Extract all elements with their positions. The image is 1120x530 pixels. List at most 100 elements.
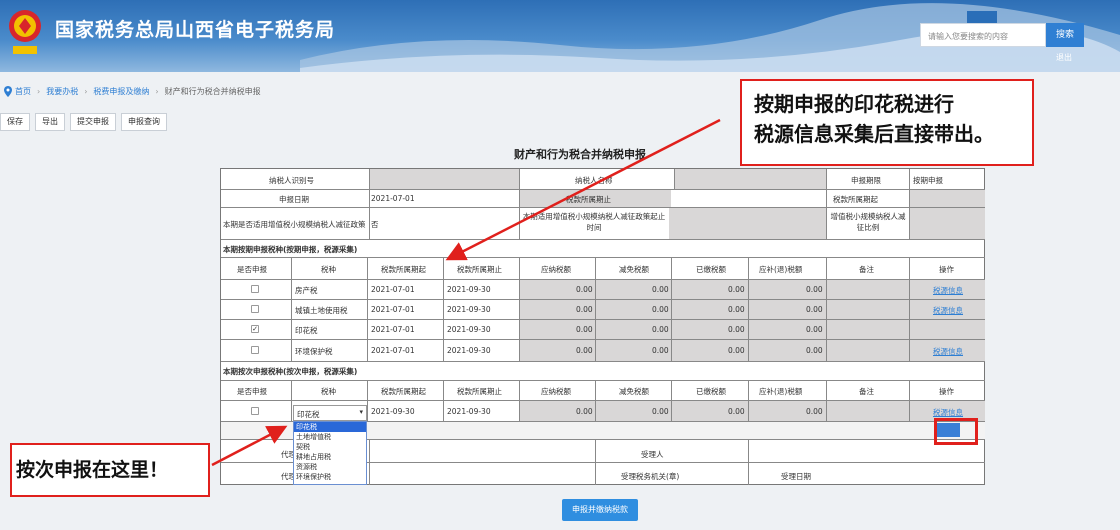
period-type-value: 按期申报: [913, 176, 943, 185]
submit-declare-button[interactable]: 提交申报: [70, 113, 116, 131]
row3-v3: 0.00: [728, 325, 745, 334]
toolbar: 保存 导出 提交申报 申报查询: [0, 113, 172, 131]
col-end: 税款所属期止: [457, 387, 502, 396]
breadcrumb-separator: ›: [155, 87, 159, 96]
row5-v2: 0.00: [652, 407, 669, 416]
row4-end: 2021-09-30: [447, 346, 491, 355]
dropdown-option[interactable]: 资源税: [294, 462, 366, 472]
col-reduce: 减免税额: [619, 387, 649, 396]
breadcrumb-home[interactable]: 首页: [15, 86, 31, 97]
shaded-cell: [369, 169, 519, 189]
breadcrumb-declare[interactable]: 税费申报及缴纳: [93, 86, 149, 97]
row3-v1: 0.00: [576, 325, 593, 334]
row4-v2: 0.00: [652, 346, 669, 355]
logout-link[interactable]: 退出: [1056, 52, 1072, 63]
col-action: 操作: [939, 387, 954, 396]
row4-v1: 0.00: [576, 346, 593, 355]
dropdown-option[interactable]: 契税: [294, 442, 366, 452]
shaded-cell: [674, 169, 826, 189]
select-value: 印花税: [297, 410, 320, 419]
row4-start: 2021-07-01: [371, 346, 415, 355]
row1-end: 2021-09-30: [447, 285, 491, 294]
row2-v4: 0.00: [806, 305, 823, 314]
table-row: 印花税: [295, 326, 318, 335]
table-row: 环境保护税: [295, 347, 333, 356]
col-declare: 是否申报: [237, 265, 267, 274]
save-button[interactable]: 保存: [0, 113, 30, 131]
row1-v1: 0.00: [576, 285, 593, 294]
row1-checkbox[interactable]: [251, 285, 259, 293]
row2-checkbox[interactable]: [251, 305, 259, 313]
col-paid: 已缴税额: [696, 265, 726, 274]
col-due: 应补(退)税额: [759, 387, 803, 396]
breadcrumb-separator: ›: [84, 87, 88, 96]
shaded-cell: [909, 189, 985, 207]
section1-title: 本期按期申报税种(按期申报，税源采集): [223, 245, 358, 254]
query-button[interactable]: 申报查询: [121, 113, 167, 131]
period-start-value: 2021-07-01: [371, 194, 415, 203]
row2-v1: 0.00: [576, 305, 593, 314]
tax-emblem-icon: [9, 10, 41, 54]
small-biz-period-label: 本期适用增值税小规模纳税人减征政策起止时间: [522, 212, 666, 232]
dropdown-option[interactable]: 印花税: [294, 422, 366, 432]
col-note: 备注: [859, 265, 874, 274]
search-input[interactable]: 请输入您要搜索的内容: [920, 23, 1046, 47]
row1-v2: 0.00: [652, 285, 669, 294]
col-tax: 税种: [321, 387, 336, 396]
export-button[interactable]: 导出: [35, 113, 65, 131]
col-payable: 应纳税额: [541, 265, 571, 274]
col-start: 税款所属期起: [381, 265, 426, 274]
dropdown-option[interactable]: 土地增值税: [294, 432, 366, 442]
callout-text: 按期申报的印花税进行 税源信息采集后直接带出。: [754, 92, 994, 146]
reduction-label: 增值税小规模纳税人减征比例: [830, 212, 906, 232]
row4-checkbox[interactable]: [251, 346, 259, 354]
row3-checkbox[interactable]: ✓: [251, 325, 259, 333]
row2-v2: 0.00: [652, 305, 669, 314]
callout-note: 按期申报的印花税进行 税源信息采集后直接带出。: [740, 79, 1034, 166]
row4-v4: 0.00: [806, 346, 823, 355]
top-nav-link[interactable]: [967, 11, 997, 23]
search-button[interactable]: 搜索: [1046, 23, 1084, 47]
row5-end: 2021-09-30: [447, 407, 491, 416]
period-type-label: 申报期限: [851, 176, 881, 185]
row1-start: 2021-07-01: [371, 285, 415, 294]
callout-text: 按次申报在这里！: [16, 459, 169, 481]
form-title: 财产和行为税合并纳税申报: [514, 148, 646, 161]
dropdown-option[interactable]: 环境保护税: [294, 472, 366, 482]
row1-tax-source-link[interactable]: 税源信息: [933, 285, 963, 296]
col-end: 税款所属期止: [457, 265, 502, 274]
row4-tax-source-link[interactable]: 税源信息: [933, 346, 963, 357]
submit-button[interactable]: 申报并缴纳税款: [562, 499, 638, 521]
col-tax: 税种: [321, 265, 336, 274]
row5-v3: 0.00: [728, 407, 745, 416]
breadcrumb-separator: ›: [37, 87, 41, 96]
col-start: 税款所属期起: [381, 387, 426, 396]
table-row: 房产税: [295, 286, 318, 295]
chevron-down-icon: ▾: [359, 408, 363, 416]
declaration-form: 纳税人识别号 纳税人名称 申报期限 按期申报 申报日期 2021-07-01 税…: [220, 168, 985, 485]
row5-v4: 0.00: [806, 407, 823, 416]
row3-v2: 0.00: [652, 325, 669, 334]
shaded-cell: [909, 207, 985, 239]
period-start-label: 税款所属期起: [833, 195, 878, 204]
receiver-label: 受理人: [641, 450, 664, 459]
col-payable: 应纳税额: [541, 387, 571, 396]
row3-start: 2021-07-01: [371, 325, 415, 334]
row1-v4: 0.00: [806, 285, 823, 294]
dropdown-option[interactable]: 耕地占用税: [294, 452, 366, 462]
row5-checkbox[interactable]: [251, 407, 259, 415]
row2-tax-source-link[interactable]: 税源信息: [933, 305, 963, 316]
callout-note: 按次申报在这里！: [10, 443, 210, 497]
row3-end: 2021-09-30: [447, 325, 491, 334]
col-paid: 已缴税额: [696, 387, 726, 396]
row5-tax-source-link[interactable]: 税源信息: [933, 407, 963, 418]
highlight-box: [934, 418, 978, 445]
tax-type-select[interactable]: 印花税 ▾: [293, 405, 367, 421]
small-biz-value[interactable]: 否: [371, 219, 411, 230]
receiver-org-label: 受理税务机关(章): [621, 472, 680, 481]
col-due: 应补(退)税额: [759, 265, 803, 274]
row4-v3: 0.00: [728, 346, 745, 355]
breadcrumb-tax[interactable]: 我要办税: [46, 86, 78, 97]
table-row: 城镇土地使用税: [295, 306, 348, 315]
receive-date-label: 受理日期: [781, 472, 811, 481]
